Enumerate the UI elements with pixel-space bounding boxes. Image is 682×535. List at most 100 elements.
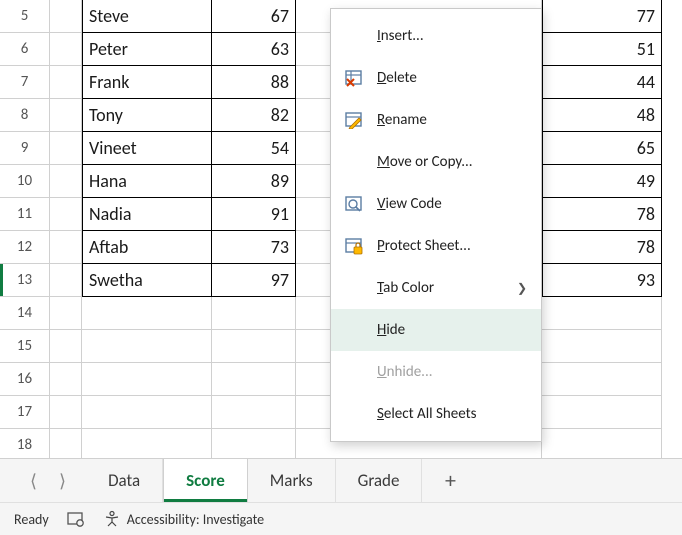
menu-tab-color[interactable]: Tab Color ❯ (331, 267, 541, 309)
cell-value-4[interactable]: 49 (542, 165, 662, 198)
menu-protect-label: Protect Sheet... (377, 237, 527, 255)
row-header[interactable]: 15 (0, 330, 50, 363)
sheet-tab-data[interactable]: Data (86, 459, 163, 502)
view-code-icon (343, 193, 365, 215)
menu-insert-label: Insert... (377, 27, 527, 45)
delete-sheet-icon (343, 67, 365, 89)
empty-cell[interactable] (542, 297, 662, 330)
accessibility-label: Accessibility: Investigate (127, 511, 264, 528)
menu-hide-label: Hide (377, 321, 527, 339)
cell-value-1[interactable]: 54 (212, 132, 296, 165)
menu-view-code-label: View Code (377, 195, 527, 213)
empty-cell[interactable] (82, 330, 212, 363)
cell-name[interactable]: Peter (82, 33, 212, 66)
sheet-tab-marks[interactable]: Marks (248, 459, 336, 502)
tab-prev-button[interactable]: ⟨ (30, 470, 37, 492)
cell-name[interactable]: Tony (82, 99, 212, 132)
cell-value-1[interactable]: 67 (212, 0, 296, 33)
empty-cell[interactable] (212, 297, 296, 330)
tab-next-button[interactable]: ⟩ (59, 470, 66, 492)
menu-hide[interactable]: Hide (331, 309, 541, 351)
cell-name[interactable]: Frank (82, 66, 212, 99)
cell-name[interactable]: Nadia (82, 198, 212, 231)
macro-record-icon[interactable] (67, 510, 85, 528)
protect-sheet-icon (343, 235, 365, 257)
empty-cell[interactable] (542, 330, 662, 363)
row-header[interactable]: 12 (0, 231, 50, 264)
row-header[interactable]: 13 (0, 264, 50, 297)
menu-view-code[interactable]: View Code (331, 183, 541, 225)
menu-unhide: Unhide... (331, 351, 541, 393)
row-headers: 56789101112131415161718 (0, 0, 50, 462)
menu-delete-label: Delete (377, 69, 527, 87)
tab-nav: ⟨ ⟩ (0, 459, 86, 502)
menu-delete[interactable]: Delete (331, 57, 541, 99)
chevron-right-icon: ❯ (517, 281, 527, 296)
menu-move-copy[interactable]: Move or Copy... (331, 141, 541, 183)
row-header[interactable]: 10 (0, 165, 50, 198)
blank-icon (343, 319, 365, 341)
cell-value-4[interactable]: 78 (542, 231, 662, 264)
status-bar: Ready Accessibility: Investigate (0, 502, 682, 535)
cell-name[interactable]: Steve (82, 0, 212, 33)
accessibility-status[interactable]: Accessibility: Investigate (103, 510, 264, 528)
menu-tab-color-label: Tab Color (377, 279, 505, 297)
cell-value-1[interactable]: 97 (212, 264, 296, 297)
cell-value-1[interactable]: 89 (212, 165, 296, 198)
menu-rename[interactable]: Rename (331, 99, 541, 141)
blank-icon (343, 151, 365, 173)
cell-value-4[interactable]: 65 (542, 132, 662, 165)
cell-value-1[interactable]: 63 (212, 33, 296, 66)
menu-unhide-label: Unhide... (377, 363, 527, 381)
blank-icon (343, 403, 365, 425)
empty-cell[interactable] (542, 396, 662, 429)
menu-insert[interactable]: Insert... (331, 15, 541, 57)
empty-cell[interactable] (542, 363, 662, 396)
blank-icon (343, 277, 365, 299)
empty-cell[interactable] (82, 396, 212, 429)
cell-name[interactable]: Swetha (82, 264, 212, 297)
empty-cell[interactable] (82, 297, 212, 330)
sheet-tabs: DataScoreMarksGrade (86, 459, 422, 502)
cell-name[interactable]: Vineet (82, 132, 212, 165)
sheet-tab-grade[interactable]: Grade (336, 459, 423, 502)
sheet-tabs-bar: ⟨ ⟩ DataScoreMarksGrade + (0, 458, 682, 502)
empty-cell[interactable] (212, 330, 296, 363)
status-ready: Ready (14, 511, 49, 528)
row-header[interactable]: 7 (0, 66, 50, 99)
blank-icon (343, 25, 365, 47)
cell-value-1[interactable]: 82 (212, 99, 296, 132)
menu-select-all-sheets[interactable]: Select All Sheets (331, 393, 541, 435)
menu-rename-label: Rename (377, 111, 527, 129)
cell-value-1[interactable]: 91 (212, 198, 296, 231)
add-sheet-button[interactable]: + (422, 459, 478, 502)
empty-cell[interactable] (82, 363, 212, 396)
cell-value-4[interactable]: 77 (542, 0, 662, 33)
cell-value-4[interactable]: 48 (542, 99, 662, 132)
row-header[interactable]: 9 (0, 132, 50, 165)
menu-protect-sheet[interactable]: Protect Sheet... (331, 225, 541, 267)
cell-value-4[interactable]: 51 (542, 33, 662, 66)
blank-icon (343, 361, 365, 383)
cell-value-4[interactable]: 93 (542, 264, 662, 297)
rename-icon (343, 109, 365, 131)
cell-value-4[interactable]: 44 (542, 66, 662, 99)
row-header[interactable]: 16 (0, 363, 50, 396)
row-header[interactable]: 14 (0, 297, 50, 330)
cell-value-1[interactable]: 88 (212, 66, 296, 99)
cell-name[interactable]: Hana (82, 165, 212, 198)
row-header[interactable]: 11 (0, 198, 50, 231)
empty-cell[interactable] (212, 363, 296, 396)
sheet-tab-context-menu: Insert... Delete Rename Move or Copy... … (330, 8, 542, 442)
menu-select-all-label: Select All Sheets (377, 405, 527, 423)
cell-value-4[interactable]: 78 (542, 198, 662, 231)
row-header[interactable]: 8 (0, 99, 50, 132)
menu-move-copy-label: Move or Copy... (377, 153, 527, 171)
cell-name[interactable]: Aftab (82, 231, 212, 264)
row-header[interactable]: 17 (0, 396, 50, 429)
row-header[interactable]: 5 (0, 0, 50, 33)
empty-cell[interactable] (212, 396, 296, 429)
row-header[interactable]: 6 (0, 33, 50, 66)
cell-value-1[interactable]: 73 (212, 231, 296, 264)
sheet-tab-score[interactable]: Score (163, 459, 248, 502)
